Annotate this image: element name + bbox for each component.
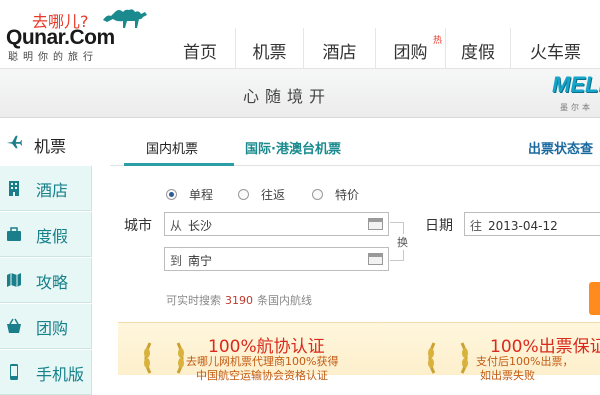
nav-train-tickets[interactable]: 火车票 xyxy=(510,28,600,68)
nav-flights[interactable]: 机票 xyxy=(235,28,303,68)
guarantee-promo: 100%航协认证 去哪儿网机票代理商100%获得 中国航空运输协会资格认证 10… xyxy=(118,322,600,382)
sidebar-item-flights[interactable]: 机票 xyxy=(0,118,92,166)
sidebar-item-label: 度假 xyxy=(36,227,69,246)
radio-special-fare-dot[interactable] xyxy=(312,189,323,200)
sidebar-item-label: 手机版 xyxy=(36,365,85,384)
partner-logo-text: MELL xyxy=(552,72,600,97)
promo-desc2-ticket: 如出票失败 xyxy=(480,369,535,382)
sidebar-item-label: 机票 xyxy=(34,137,67,156)
partner-subtitle: 墨尔本 xyxy=(560,103,593,112)
promo-desc2-iata: 中国航空运输协会资格认证 xyxy=(196,369,328,382)
hot-badge: 热 xyxy=(432,36,442,46)
laurel-wreath-icon xyxy=(428,342,468,374)
arrival-city-value: 南宁 xyxy=(188,254,213,268)
sidebar-item-hotels[interactable]: 酒店 xyxy=(0,166,92,211)
nav-vacation[interactable]: 度假 xyxy=(445,28,510,68)
departure-date-value: 2013-04-12 xyxy=(488,219,558,233)
from-prefix: 从 xyxy=(170,219,183,233)
date-prefix: 往 xyxy=(470,219,483,233)
radio-one-way[interactable]: 单程 xyxy=(166,186,213,203)
basket-icon xyxy=(7,318,21,333)
logo-english-text: Qunar.Com xyxy=(6,26,115,49)
departure-city-input[interactable]: 从长沙 xyxy=(164,212,389,236)
departure-date-input[interactable]: 往 2013-04-12 xyxy=(464,212,600,236)
route-count-hint: 可实时搜索 3190 条国内航线 xyxy=(166,294,312,307)
category-sidebar: 机票 酒店 度假 攻略 团购 手机版 xyxy=(0,118,92,395)
laurel-wreath-icon xyxy=(144,342,184,374)
suitcase-icon xyxy=(7,227,21,241)
city-picker-icon[interactable] xyxy=(368,253,383,265)
sidebar-item-label: 团购 xyxy=(36,319,69,338)
logo-tagline: 聪明你的旅行 xyxy=(8,52,98,63)
swap-cities-button[interactable]: 换 xyxy=(397,234,408,250)
nav-group-buy[interactable]: 团购 热 xyxy=(375,28,445,68)
active-tab-indicator xyxy=(124,163,234,166)
top-navigation: 首页 机票 酒店 团购 热 度假 火车票 xyxy=(165,28,600,68)
site-header: 去哪儿? Qunar.Com 聪明你的旅行 首页 机票 酒店 团购 热 度假 火… xyxy=(0,0,600,68)
radio-round-trip[interactable]: 往返 xyxy=(238,186,285,203)
partner-ad[interactable]: MELL 墨尔本 xyxy=(552,72,600,112)
date-label: 日期 xyxy=(425,218,453,234)
qunar-logo[interactable]: 去哪儿? Qunar.Com 聪明你的旅行 xyxy=(6,4,151,63)
arrival-city-input[interactable]: 到南宁 xyxy=(164,247,389,271)
sidebar-item-group-buy[interactable]: 团购 xyxy=(0,304,92,349)
city-label: 城市 xyxy=(124,218,152,234)
radio-one-way-dot[interactable] xyxy=(166,189,177,200)
phone-icon xyxy=(10,364,18,380)
tab-domestic-flights[interactable]: 国内机票 xyxy=(146,138,198,157)
radio-round-trip-dot[interactable] xyxy=(238,189,249,200)
flight-tabs: 国内机票 国际·港澳台机票 出票状态查 xyxy=(110,128,600,166)
search-button[interactable] xyxy=(589,282,600,315)
radio-special-fare[interactable]: 特价 xyxy=(312,186,359,203)
sidebar-item-mobile[interactable]: 手机版 xyxy=(0,350,92,395)
city-picker-icon[interactable] xyxy=(368,218,383,230)
building-icon xyxy=(9,181,19,196)
map-icon xyxy=(7,273,21,287)
to-prefix: 到 xyxy=(170,254,183,268)
nav-hotels[interactable]: 酒店 xyxy=(303,28,375,68)
nav-home[interactable]: 首页 xyxy=(165,28,235,68)
slogan-banner: 心随境开 MELL 墨尔本 xyxy=(0,68,600,118)
tab-international-flights[interactable]: 国际·港澳台机票 xyxy=(245,138,341,157)
route-count: 3190 xyxy=(225,294,253,307)
ticket-status-link[interactable]: 出票状态查 xyxy=(528,138,593,157)
sidebar-item-label: 酒店 xyxy=(36,181,69,200)
departure-city-value: 长沙 xyxy=(188,219,213,233)
sidebar-item-vacation[interactable]: 度假 xyxy=(0,212,92,257)
sidebar-item-guides[interactable]: 攻略 xyxy=(0,258,92,303)
sidebar-item-label: 攻略 xyxy=(36,273,69,292)
slogan-text: 心随境开 xyxy=(243,87,332,106)
plane-icon xyxy=(6,135,22,149)
